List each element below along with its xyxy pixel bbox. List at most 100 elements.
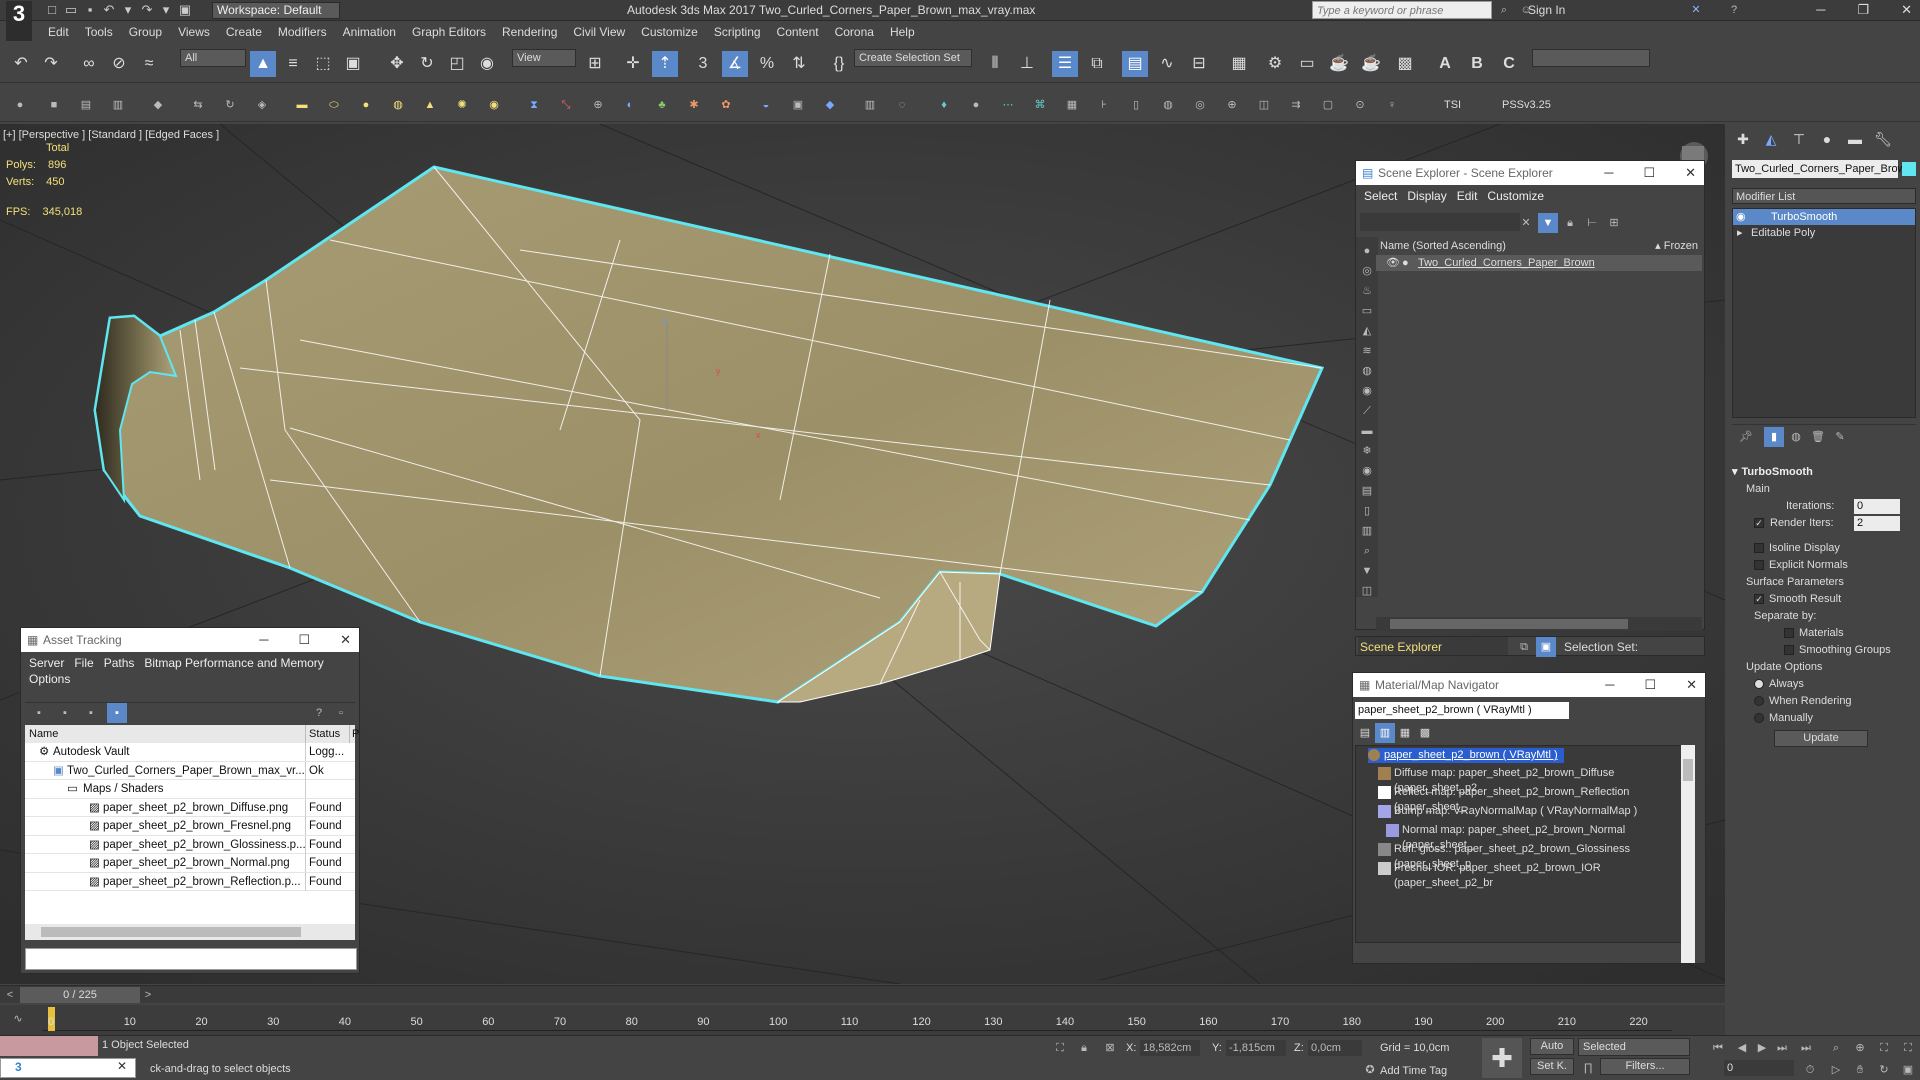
toolbar-tool-36-icon[interactable]: ◎ [1190,95,1210,115]
filter-bones-icon[interactable]: ⟋ [1357,401,1377,421]
toolbar-tool-11-icon[interactable]: ● [356,95,376,115]
undo-icon[interactable]: ↶ [101,2,117,18]
zoom-extents-icon[interactable]: ⛶ [1874,1038,1894,1058]
scrollbar-thumb[interactable] [1390,619,1628,629]
filter-xrefs-icon[interactable]: ◉ [1357,381,1377,401]
toggle-scene-explorer-icon[interactable]: ☰ [1052,51,1078,77]
materials-checkbox[interactable]: Materials [1732,625,1916,642]
layer-explorer-icon[interactable]: ⧉ [1084,51,1110,77]
keyboard-shortcut-override-icon[interactable]: ⇡ [652,51,678,77]
toolbar-tool-40-icon[interactable]: ▢ [1318,95,1338,115]
toolbar-tool-32-icon[interactable]: ▦ [1062,95,1082,115]
toolbar-tool-3-icon[interactable]: ▤ [76,95,96,115]
toolbar-tool-4-icon[interactable]: ▥ [108,95,128,115]
go-to-end-icon[interactable]: ⏭ [1796,1038,1816,1058]
text-c-icon[interactable]: C [1496,51,1522,77]
asset-row[interactable]: ▣ Two_Curled_Corners_Paper_Brown_max_vr..… [25,761,355,780]
update-button[interactable]: Update [1774,730,1868,747]
asset-menu-file[interactable]: File [74,656,93,670]
toolbar-tool-42-icon[interactable]: ♀ [1382,95,1402,115]
scene-object-name[interactable]: Two_Curled_Corners_Paper_Brown [1418,255,1595,271]
angle-snap-icon[interactable]: ∡ [722,51,748,77]
asset-help-icon[interactable]: ? [309,703,329,723]
asset-pin-icon[interactable]: ▫ [331,703,351,723]
toolbar-tool-15-icon[interactable]: ◉ [484,95,504,115]
time-tag-icon[interactable]: ✪ [1360,1060,1380,1080]
filter-cameras-icon[interactable]: ▭ [1357,301,1377,321]
toolbar-tool-31-icon[interactable]: ⌘ [1030,95,1050,115]
filter-icon[interactable]: ▼ [1538,213,1558,233]
absolute-mode-icon[interactable]: ⊠ [1100,1038,1120,1058]
clear-search-icon[interactable]: ✕ [1516,213,1536,233]
filter-hidden-icon[interactable]: ◉ [1357,461,1377,481]
project-folder-icon[interactable]: ▣ [177,2,193,18]
menu-graph-editors[interactable]: Graph Editors [404,21,494,43]
view-large-icons-icon[interactable]: ▩ [1415,723,1435,743]
asset-row[interactable]: ⚙ Autodesk Vault Logg... [25,743,355,762]
redo-icon[interactable]: ↷ [38,51,64,77]
asset-menu-paths[interactable]: Paths [104,656,135,670]
manually-radio[interactable]: Manually [1732,710,1916,727]
remove-modifier-icon[interactable]: 🗑︎ [1808,427,1828,447]
asset-col-status[interactable]: Status [305,725,340,743]
maximize-viewport-icon[interactable]: ▣ [1898,1060,1918,1080]
material-name-field[interactable]: paper_sheet_p2_brown ( VRayMtl ) [1355,702,1569,719]
time-configuration-icon[interactable]: ⏱ [1800,1060,1820,1080]
material-editor-icon[interactable]: ▦ [1226,51,1252,77]
toolbar-tool-5-icon[interactable]: ◆ [148,95,168,115]
scale-icon[interactable]: ◰ [444,51,470,77]
menu-rendering[interactable]: Rendering [494,21,565,43]
toolbar-tool-18-icon[interactable]: ⊕ [588,95,608,115]
asset-row[interactable]: ▨ paper_sheet_p2_brown_Fresnel.png Found [25,817,355,836]
toolbar-tool-23-icon[interactable]: ◒ [756,95,776,115]
add-time-tag[interactable]: Add Time Tag [1380,1063,1447,1079]
scene-explorer-menu-customize[interactable]: Customize [1487,189,1544,203]
asset-view-2-icon[interactable]: ▪ [55,703,75,723]
material-tree-root[interactable]: paper_sheet_p2_brown ( VRayMtl ) [1368,748,1564,763]
filter-containers-icon[interactable]: ▬ [1357,421,1377,441]
toolbar-tool-30-icon[interactable]: ⋯ [998,95,1018,115]
toolbar-tool-39-icon[interactable]: ⇉ [1286,95,1306,115]
menu-animation[interactable]: Animation [335,21,404,43]
undo-dropdown-icon[interactable]: ▾ [120,2,136,18]
track-bar[interactable]: ∿ 0 10 20 30 40 50 60 70 80 90 100 110 120 130 140 150 1… [0,1005,1725,1035]
menu-corona[interactable]: Corona [827,21,882,43]
layers-icon[interactable]: ⧉ [1514,637,1534,657]
configure-sets-icon[interactable]: ✎ [1830,427,1850,447]
modifier-on-icon[interactable]: ◉ [1736,209,1746,225]
asset-menu-server[interactable]: Server [29,656,64,670]
toolbar-tool-35-icon[interactable]: ◍ [1158,95,1178,115]
filter-groups-icon[interactable]: ◍ [1357,361,1377,381]
layer-icon[interactable]: ◫ [1357,581,1377,601]
mirror-icon[interactable]: ⫴ [982,51,1008,77]
menu-modifiers[interactable]: Modifiers [270,21,335,43]
exchange-icon[interactable]: ✕ [1686,0,1706,20]
render-setup-icon[interactable]: ⚙ [1262,51,1288,77]
bind-spacewarp-icon[interactable]: ≈ [136,51,162,77]
expand-icon[interactable]: ⊞ [1604,213,1624,233]
rotate-icon[interactable]: ↻ [414,51,440,77]
zoom-all-icon[interactable]: ⊕ [1850,1038,1870,1058]
binoculars-icon[interactable]: ⌕ [1494,0,1514,20]
close-icon[interactable]: ✕ [117,1059,127,1073]
toolbar-tool-21-icon[interactable]: ✱ [684,95,704,115]
maximize-icon[interactable]: ❐ [1857,2,1869,18]
display-none-icon[interactable]: ▯ [1357,501,1377,521]
asset-row[interactable]: ▨ paper_sheet_p2_brown_Diffuse.png Found [25,798,355,817]
menu-group[interactable]: Group [121,21,170,43]
material-navigator-window[interactable]: ▦ Material/Map Navigator ─ ☐ ✕ paper_sheet… [1352,672,1706,964]
asset-row[interactable]: ▨ paper_sheet_p2_brown_Glossiness.p... Fou… [25,835,355,854]
create-tab-icon[interactable]: ✚ [1732,128,1754,150]
menu-civil-view[interactable]: Civil View [565,21,633,43]
menu-edit[interactable]: Edit [40,21,77,43]
toolbar-tool-38-icon[interactable]: ◫ [1254,95,1274,115]
view-list-icon[interactable]: ▤ [1355,723,1375,743]
filter-frozen-icon[interactable]: ❄ [1357,441,1377,461]
asset-tracking-titlebar[interactable]: ▦ Asset Tracking ─ ☐ ✕ [21,628,359,652]
toolbar-tool-10-icon[interactable]: ⬭ [324,95,344,115]
make-unique-icon[interactable]: ◍ [1786,427,1806,447]
toolbar-tool-17-icon[interactable]: ⤡ [556,95,576,115]
render-iters-spinner[interactable]: 2 [1854,516,1900,531]
menu-customize[interactable]: Customize [633,21,706,43]
scrollbar-thumb[interactable] [41,927,301,937]
